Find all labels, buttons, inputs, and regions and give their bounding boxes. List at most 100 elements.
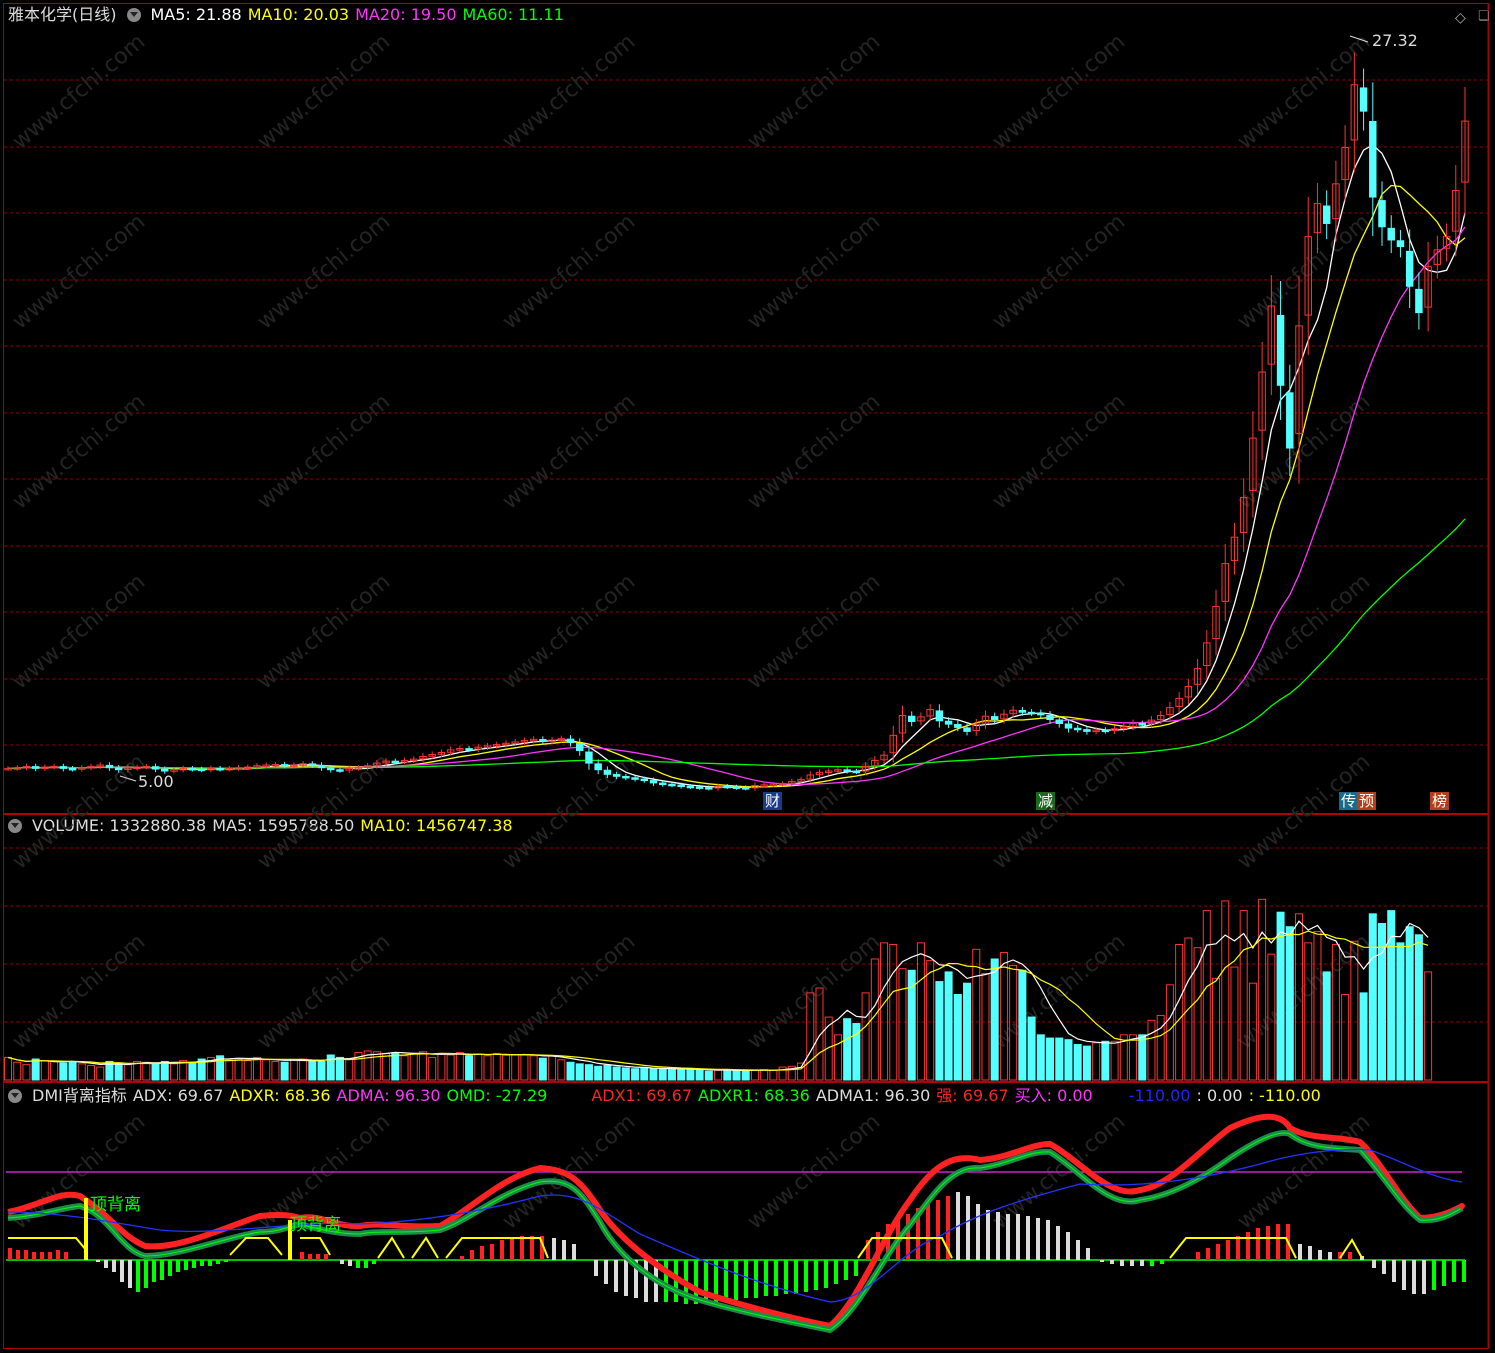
volume-bar bbox=[1341, 993, 1350, 1081]
volume-bar bbox=[658, 1069, 667, 1081]
volume-ma10-line bbox=[7, 930, 1429, 1071]
dmi-bar bbox=[372, 1260, 376, 1264]
watermark: www.cfchi.com bbox=[988, 209, 1130, 334]
dmi-bar bbox=[308, 1254, 312, 1260]
candle-body bbox=[1018, 709, 1027, 713]
volume-bar bbox=[1405, 926, 1414, 1081]
candle-body bbox=[1138, 723, 1146, 726]
dmi-last-point bbox=[1459, 1203, 1465, 1209]
volume-bar bbox=[1138, 1034, 1147, 1081]
dmi-bar bbox=[1256, 1228, 1260, 1260]
candle-body bbox=[1378, 200, 1386, 228]
candle-body bbox=[640, 778, 649, 782]
volume-bar bbox=[972, 948, 981, 1081]
dmi-bar bbox=[734, 1260, 738, 1300]
dmi-bar bbox=[1372, 1260, 1376, 1268]
volume-bar bbox=[1129, 1034, 1138, 1081]
dmi-bar bbox=[480, 1246, 484, 1260]
volume-bar bbox=[1101, 1040, 1110, 1081]
watermark: www.cfchi.com bbox=[988, 29, 1130, 154]
volume-bar bbox=[252, 1056, 261, 1081]
watermark: www.cfchi.com bbox=[8, 209, 150, 334]
dmi-bar bbox=[1130, 1260, 1134, 1266]
dmi-bar bbox=[1308, 1246, 1312, 1260]
watermark: www.cfchi.com bbox=[1233, 929, 1375, 1054]
candle-body bbox=[649, 780, 658, 784]
dmi-bar bbox=[1402, 1260, 1406, 1290]
dmi-bar bbox=[804, 1260, 808, 1292]
dmi-bar bbox=[8, 1248, 12, 1260]
candle-body bbox=[1276, 315, 1285, 386]
volume-bar bbox=[631, 1068, 640, 1081]
dmi-bar bbox=[1046, 1220, 1050, 1260]
volume-bar bbox=[575, 1063, 584, 1081]
dmi-bar bbox=[794, 1260, 798, 1294]
candle-body bbox=[1037, 712, 1045, 716]
candle-body bbox=[151, 766, 160, 770]
dmi-bar bbox=[562, 1240, 566, 1260]
volume-bar bbox=[262, 1059, 271, 1081]
watermark: www.cfchi.com bbox=[988, 389, 1130, 514]
volume-bar bbox=[308, 1060, 317, 1081]
watermark: www.cfchi.com bbox=[1233, 749, 1375, 874]
volume-bar bbox=[169, 1063, 178, 1081]
candle-body bbox=[68, 767, 77, 771]
dmi-bar bbox=[1298, 1244, 1302, 1260]
dmi-bar bbox=[1432, 1260, 1436, 1290]
watermark: www.cfchi.com bbox=[253, 569, 395, 694]
candle-body bbox=[741, 787, 750, 790]
dmi-bar bbox=[490, 1244, 494, 1260]
watermark: www.cfchi.com bbox=[1233, 209, 1375, 334]
candle-body bbox=[990, 716, 999, 720]
candle-body bbox=[1055, 719, 1063, 724]
candle-body bbox=[659, 782, 667, 786]
dmi-bar bbox=[364, 1260, 368, 1268]
candle-body bbox=[705, 787, 713, 790]
dmi-bar bbox=[1160, 1260, 1164, 1264]
dmi-bar bbox=[128, 1260, 132, 1288]
volume-bar bbox=[953, 993, 962, 1081]
dmi-bar bbox=[1382, 1260, 1386, 1274]
watermark: www.cfchi.com bbox=[743, 569, 885, 694]
candle-body bbox=[1101, 729, 1110, 733]
watermark: www.cfchi.com bbox=[253, 29, 395, 154]
dmi-signal-line bbox=[8, 1200, 1363, 1260]
volume-bar bbox=[723, 1069, 732, 1081]
dmi-bar bbox=[216, 1260, 220, 1264]
volume-bar bbox=[160, 1060, 169, 1081]
dmi-bar bbox=[594, 1260, 598, 1276]
volume-bar bbox=[603, 1064, 612, 1081]
candle-body bbox=[1369, 120, 1377, 198]
volume-bar bbox=[1036, 1034, 1045, 1081]
dmi-bar bbox=[1026, 1216, 1030, 1260]
volume-bar bbox=[1322, 971, 1331, 1081]
dmi-bar bbox=[1150, 1260, 1154, 1266]
candle-body bbox=[852, 770, 861, 774]
dmi-bar bbox=[664, 1260, 668, 1302]
candle-body bbox=[280, 764, 289, 767]
dmi-bar bbox=[104, 1260, 108, 1268]
watermark: www.cfchi.com bbox=[498, 929, 640, 1054]
watermark: www.cfchi.com bbox=[498, 389, 640, 514]
volume-bar bbox=[981, 973, 990, 1081]
dmi-bar bbox=[356, 1260, 360, 1268]
dmi-bar bbox=[510, 1238, 514, 1260]
dmi-bar bbox=[1006, 1214, 1010, 1260]
volume-bar bbox=[1175, 943, 1184, 1081]
dmi-bar bbox=[1086, 1248, 1090, 1260]
volume-bar bbox=[677, 1069, 686, 1081]
dmi-bar bbox=[966, 1196, 970, 1260]
dmi-bar bbox=[1328, 1252, 1332, 1260]
dmi-bar bbox=[24, 1250, 28, 1260]
volume-bar bbox=[1359, 992, 1368, 1081]
dmi-bar bbox=[1226, 1240, 1230, 1260]
watermark: www.cfchi.com bbox=[8, 569, 150, 694]
volume-bar bbox=[538, 1057, 547, 1081]
dmi-bar bbox=[112, 1260, 116, 1272]
watermark: www.cfchi.com bbox=[988, 569, 1130, 694]
volume-bar bbox=[22, 1064, 31, 1081]
dmi-bar bbox=[834, 1260, 838, 1284]
dmi-bar bbox=[1442, 1260, 1446, 1286]
candle-body bbox=[317, 764, 326, 769]
volume-bar bbox=[520, 1054, 529, 1081]
